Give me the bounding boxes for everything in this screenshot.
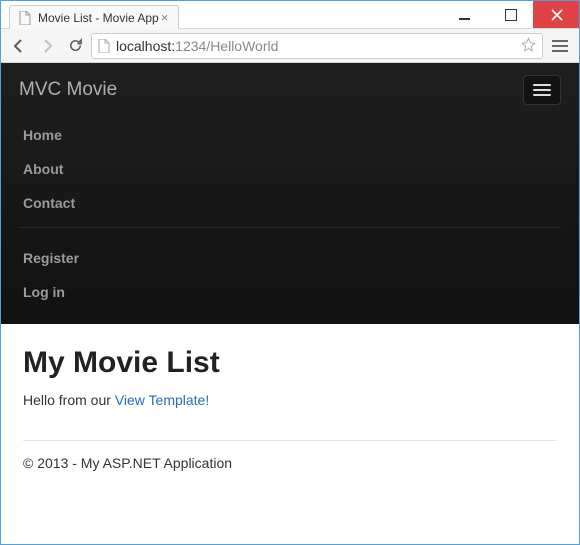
tab-title: Movie List - Movie App [38,11,159,25]
page-viewport[interactable]: MVC Movie Home About Contact Register Lo… [1,63,579,544]
browser-toolbar: localhost:1234/HelloWorld [1,29,579,63]
brand-link[interactable]: MVC Movie [19,79,117,101]
nav-item-home[interactable]: Home [19,119,561,153]
page-icon [98,39,110,53]
chrome-menu-button[interactable] [547,33,573,59]
page-heading: My Movie List [23,346,557,380]
nav-separator [19,227,561,228]
nav-item-register[interactable]: Register [19,242,561,276]
address-bar[interactable]: localhost:1234/HelloWorld [91,33,543,59]
nav-link[interactable]: About [23,161,63,177]
browser-tab[interactable]: Movie List - Movie App × [9,5,179,29]
nav-item-login[interactable]: Log in [19,276,561,310]
window-controls [441,1,579,28]
browser-window: Movie List - Movie App × localhost:123 [0,0,580,545]
url-path: 1234/HelloWorld [175,38,278,54]
view-template-link[interactable]: View Template! [115,392,209,408]
nav-link[interactable]: Register [23,250,79,266]
file-icon [18,11,32,25]
nav-link[interactable]: Contact [23,195,75,211]
page-content: My Movie List Hello from our View Templa… [1,324,579,418]
url-host: localhost: [116,38,175,54]
back-button[interactable] [7,34,31,58]
minimize-button[interactable] [441,1,487,28]
footer-rule [23,440,557,441]
nav-link[interactable]: Home [23,127,62,143]
bookmark-star-icon[interactable] [521,37,536,55]
hamburger-bar-icon [533,84,551,86]
window-close-button[interactable] [533,1,579,28]
url-text: localhost:1234/HelloWorld [116,38,278,54]
hamburger-bar-icon [533,94,551,96]
nav-item-contact[interactable]: Contact [19,187,561,221]
navbar-header: MVC Movie [19,75,561,105]
nav-item-about[interactable]: About [19,153,561,187]
maximize-button[interactable] [487,1,533,28]
nav-link[interactable]: Log in [23,284,65,300]
navbar-toggle-button[interactable] [523,75,561,105]
greeting-text: Hello from our View Template! [23,392,557,408]
spacer [1,489,579,499]
tab-close-icon[interactable]: × [159,11,171,24]
hamburger-bar-icon [533,89,551,91]
reload-button[interactable] [63,34,87,58]
greeting-prefix: Hello from our [23,392,115,408]
nav-list-main: Home About Contact [19,119,561,221]
page-footer: © 2013 - My ASP.NET Application [1,451,579,489]
forward-button[interactable] [35,34,59,58]
site-navbar: MVC Movie Home About Contact Register Lo… [1,63,579,324]
titlebar: Movie List - Movie App × [1,1,579,29]
nav-list-auth: Register Log in [19,242,561,310]
